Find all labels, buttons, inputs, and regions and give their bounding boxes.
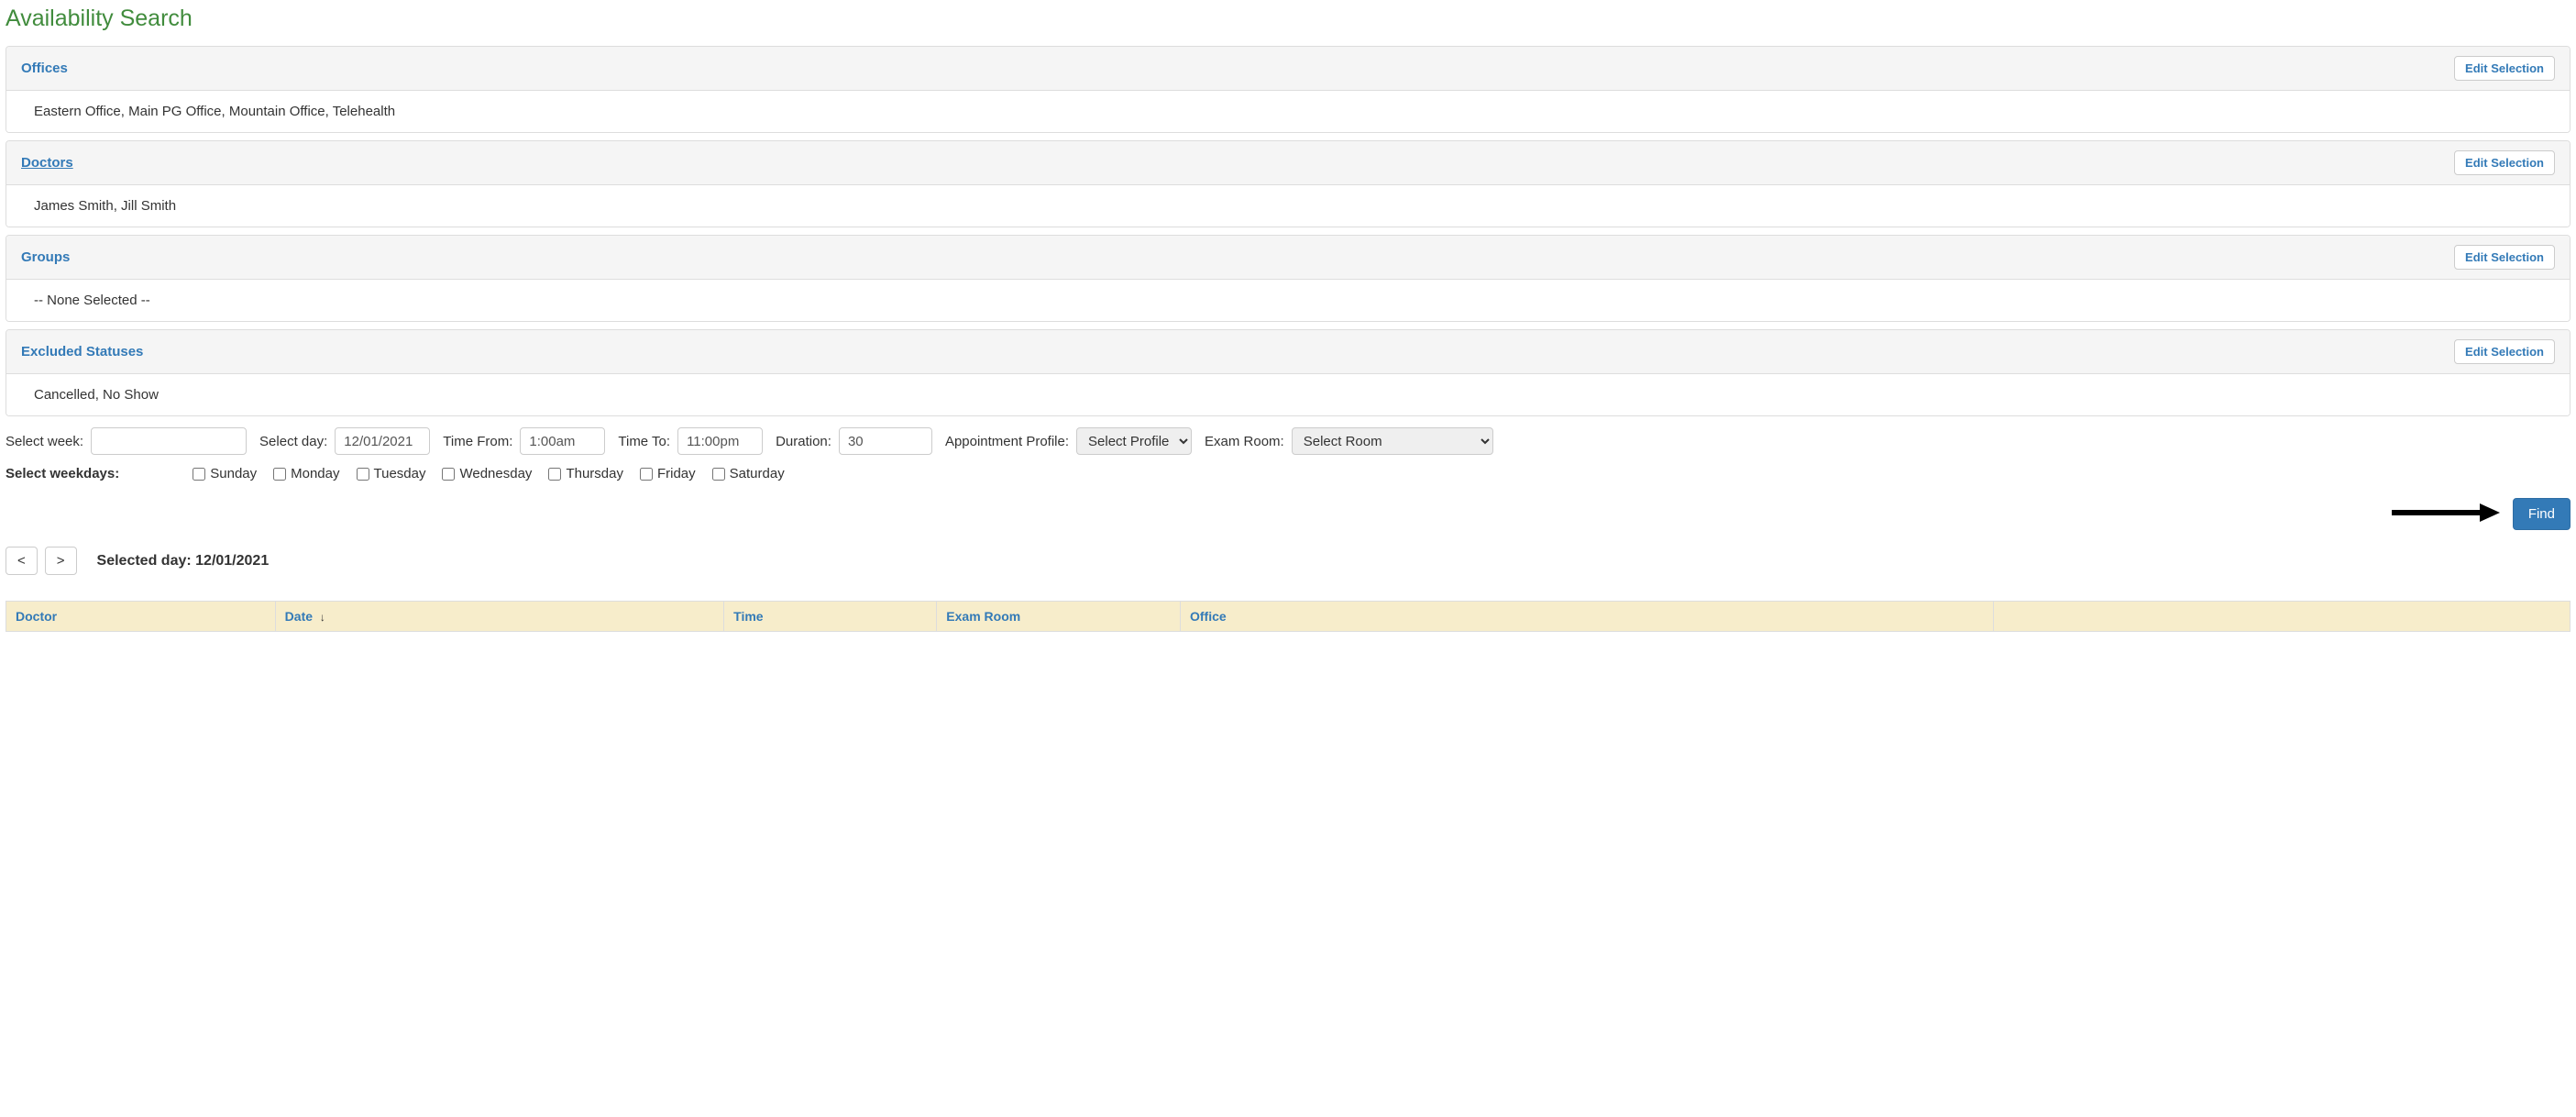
- weekday-tuesday-checkbox[interactable]: [357, 468, 369, 481]
- col-doctor-header[interactable]: Doctor: [6, 602, 276, 632]
- weekday-friday-checkbox[interactable]: [640, 468, 653, 481]
- time-to-label: Time To:: [618, 434, 670, 449]
- results-header-row: Doctor Date ↓ Time Exam Room Office: [6, 602, 2570, 632]
- col-time-header[interactable]: Time: [724, 602, 937, 632]
- col-exam-header[interactable]: Exam Room: [937, 602, 1181, 632]
- select-week-input[interactable]: [91, 427, 247, 455]
- find-button[interactable]: Find: [2513, 498, 2570, 530]
- offices-panel-title[interactable]: Offices: [21, 61, 68, 76]
- col-time-label: Time: [733, 609, 763, 624]
- col-action-header: [1993, 602, 2570, 632]
- excluded-panel-title[interactable]: Excluded Statuses: [21, 344, 143, 359]
- weekday-wednesday[interactable]: Wednesday: [442, 466, 532, 481]
- weekday-sunday-checkbox[interactable]: [193, 468, 205, 481]
- time-to-input[interactable]: [677, 427, 763, 455]
- next-day-button[interactable]: >: [45, 547, 77, 575]
- excluded-panel-header: Excluded Statuses Edit Selection: [6, 330, 2570, 374]
- day-nav-row: < > Selected day: 12/01/2021: [6, 547, 2570, 575]
- exam-room-select[interactable]: Select Room: [1292, 427, 1493, 455]
- groups-panel: Groups Edit Selection -- None Selected -…: [6, 235, 2570, 322]
- weekday-wednesday-checkbox[interactable]: [442, 468, 455, 481]
- selected-day-value: 12/01/2021: [195, 553, 269, 569]
- weekday-sunday[interactable]: Sunday: [193, 466, 257, 481]
- time-from-input[interactable]: [520, 427, 605, 455]
- arrow-annotation-icon: [2392, 502, 2500, 527]
- weekday-saturday-label: Saturday: [730, 466, 785, 481]
- weekdays-row: Select weekdays: Sunday Monday Tuesday W…: [6, 466, 2570, 481]
- duration-input[interactable]: [839, 427, 932, 455]
- excluded-panel-body: Cancelled, No Show: [6, 374, 2570, 415]
- weekday-tuesday-label: Tuesday: [374, 466, 426, 481]
- select-day-input[interactable]: [335, 427, 430, 455]
- weekday-wednesday-label: Wednesday: [459, 466, 532, 481]
- groups-panel-title[interactable]: Groups: [21, 249, 70, 265]
- doctors-panel-header: Doctors Edit Selection: [6, 141, 2570, 185]
- groups-panel-header: Groups Edit Selection: [6, 236, 2570, 280]
- weekday-monday[interactable]: Monday: [273, 466, 339, 481]
- weekday-sunday-label: Sunday: [210, 466, 257, 481]
- edit-offices-button[interactable]: Edit Selection: [2454, 56, 2555, 81]
- weekday-tuesday[interactable]: Tuesday: [357, 466, 426, 481]
- select-week-label: Select week:: [6, 434, 83, 449]
- results-table: Doctor Date ↓ Time Exam Room Office: [6, 601, 2570, 632]
- col-doctor-label: Doctor: [16, 609, 57, 624]
- weekdays-label: Select weekdays:: [6, 466, 119, 481]
- weekday-thursday[interactable]: Thursday: [548, 466, 623, 481]
- col-office-label: Office: [1190, 609, 1227, 624]
- doctors-panel-body: James Smith, Jill Smith: [6, 185, 2570, 227]
- weekday-monday-label: Monday: [291, 466, 339, 481]
- appt-profile-select[interactable]: Select Profile: [1076, 427, 1192, 455]
- col-office-header[interactable]: Office: [1180, 602, 1993, 632]
- doctors-panel: Doctors Edit Selection James Smith, Jill…: [6, 140, 2570, 227]
- groups-panel-body: -- None Selected --: [6, 280, 2570, 321]
- weekday-friday[interactable]: Friday: [640, 466, 696, 481]
- filter-row: Select week: Select day: Time From: Time…: [6, 427, 2570, 455]
- weekday-friday-label: Friday: [657, 466, 696, 481]
- edit-groups-button[interactable]: Edit Selection: [2454, 245, 2555, 270]
- offices-panel-body: Eastern Office, Main PG Office, Mountain…: [6, 91, 2570, 132]
- excluded-panel: Excluded Statuses Edit Selection Cancell…: [6, 329, 2570, 416]
- weekday-saturday[interactable]: Saturday: [712, 466, 785, 481]
- exam-room-label: Exam Room:: [1205, 434, 1284, 449]
- col-exam-label: Exam Room: [946, 609, 1020, 624]
- sort-down-icon: ↓: [320, 611, 325, 624]
- col-date-header[interactable]: Date ↓: [275, 602, 723, 632]
- select-day-label: Select day:: [259, 434, 327, 449]
- weekday-thursday-checkbox[interactable]: [548, 468, 561, 481]
- appt-profile-label: Appointment Profile:: [945, 434, 1069, 449]
- time-from-label: Time From:: [443, 434, 512, 449]
- find-row: Find: [6, 498, 2570, 530]
- duration-label: Duration:: [776, 434, 831, 449]
- prev-day-button[interactable]: <: [6, 547, 38, 575]
- offices-panel: Offices Edit Selection Eastern Office, M…: [6, 46, 2570, 133]
- selected-day-label: Selected day:: [97, 553, 196, 569]
- selected-day-text: Selected day: 12/01/2021: [97, 553, 270, 570]
- edit-doctors-button[interactable]: Edit Selection: [2454, 150, 2555, 175]
- weekday-saturday-checkbox[interactable]: [712, 468, 725, 481]
- weekday-monday-checkbox[interactable]: [273, 468, 286, 481]
- weekday-thursday-label: Thursday: [566, 466, 623, 481]
- page-title: Availability Search: [6, 6, 2570, 32]
- col-date-label: Date: [285, 609, 313, 624]
- edit-excluded-button[interactable]: Edit Selection: [2454, 339, 2555, 364]
- offices-panel-header: Offices Edit Selection: [6, 47, 2570, 91]
- doctors-panel-title[interactable]: Doctors: [21, 155, 73, 171]
